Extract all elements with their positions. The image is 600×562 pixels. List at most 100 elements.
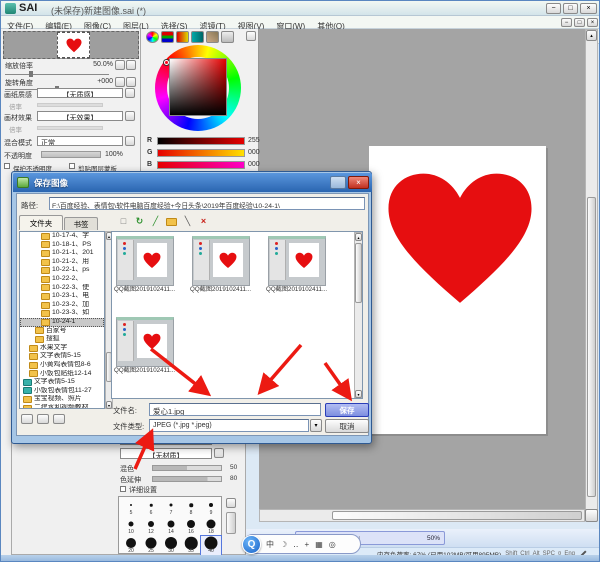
file-scroll-down-button[interactable]: ▾ bbox=[355, 390, 362, 398]
horizontal-scroll-thumb[interactable] bbox=[332, 511, 582, 520]
filetype-select[interactable]: JPEG (*.jpg *.jpeg) bbox=[149, 419, 309, 432]
rgb-slider-icon[interactable] bbox=[161, 31, 174, 43]
more-icon[interactable]: ‥ bbox=[293, 540, 298, 549]
brush-size-option[interactable]: 8 bbox=[181, 498, 201, 517]
tree-item[interactable]: 10-17-4、字 bbox=[20, 232, 104, 241]
tree-item[interactable]: 10-21-2、用 bbox=[20, 258, 104, 267]
tree-item[interactable]: 二建水利视频教材 bbox=[20, 404, 104, 409]
brush-size-option[interactable]: 12 bbox=[141, 517, 161, 536]
brush-size-option[interactable]: 18 bbox=[201, 517, 221, 536]
brush-size-option[interactable]: 25 bbox=[141, 536, 161, 555]
size-grid-scroll-up-button[interactable] bbox=[226, 498, 236, 508]
tree-item[interactable]: 10-21-1、201 bbox=[20, 249, 104, 258]
tab-folders[interactable]: 文件夹 bbox=[19, 215, 63, 230]
save-button[interactable]: 保存 bbox=[325, 403, 369, 417]
file-item[interactable]: QQ截图2019102411... bbox=[114, 234, 190, 306]
refresh-icon[interactable]: ↻ bbox=[133, 215, 146, 228]
green-slider[interactable] bbox=[157, 149, 245, 157]
tree-new-folder-button[interactable] bbox=[21, 414, 33, 424]
rename-icon[interactable]: □ bbox=[117, 215, 130, 228]
vertical-scroll-thumb[interactable] bbox=[587, 197, 596, 497]
tree-item[interactable]: 10-23-3、如 bbox=[20, 309, 104, 318]
swatches-icon[interactable] bbox=[206, 31, 219, 43]
tab-bookmarks[interactable]: 书签 bbox=[64, 217, 98, 230]
tree-item[interactable]: 10-22-1、ps bbox=[20, 266, 104, 275]
filename-input[interactable]: 爱心1.jpg bbox=[149, 403, 321, 416]
brush-size-option[interactable]: 35 bbox=[181, 536, 201, 555]
canvas[interactable] bbox=[369, 146, 546, 434]
keyboard-icon[interactable]: ▦ bbox=[315, 540, 323, 549]
tree-item[interactable]: 小黄鸡表情包8-6 bbox=[20, 361, 104, 370]
effect-button[interactable] bbox=[125, 111, 135, 121]
delete-icon[interactable]: × bbox=[197, 215, 210, 228]
brush-dilution-slider[interactable] bbox=[152, 476, 222, 482]
hsv-slider-icon[interactable] bbox=[176, 31, 189, 43]
tree-item[interactable]: 宝宝视频、照片 bbox=[20, 395, 104, 404]
navigator-rotate-ccw-button[interactable] bbox=[115, 77, 125, 87]
close-button[interactable]: × bbox=[580, 3, 597, 14]
scroll-up-button[interactable]: ▴ bbox=[586, 30, 597, 41]
ime-toolbar[interactable]: Q 中☽‥+▦◎ bbox=[243, 534, 361, 554]
navigator-zoom-out-button[interactable] bbox=[115, 60, 125, 70]
tree-item[interactable]: 10-23-2、加 bbox=[20, 301, 104, 310]
edit-icon[interactable]: ╱ bbox=[149, 215, 162, 228]
color-panel-menu-button[interactable] bbox=[246, 31, 256, 41]
dialog-restore-button[interactable] bbox=[330, 176, 346, 189]
file-item[interactable]: QQ截图2019102411... bbox=[266, 234, 342, 306]
effect-select[interactable]: 【无效果】 bbox=[37, 111, 123, 121]
paper-texture-button[interactable] bbox=[125, 88, 135, 98]
tree-item[interactable]: 10-24-1 bbox=[20, 318, 104, 327]
brush-texture-select[interactable]: 【无材质】 bbox=[120, 448, 212, 459]
navigator-preview[interactable] bbox=[3, 31, 139, 59]
filetype-dropdown-button[interactable]: ▾ bbox=[310, 419, 322, 432]
mdi-minimize-button[interactable]: − bbox=[561, 18, 572, 27]
blend-mode-button[interactable] bbox=[125, 136, 135, 146]
canvas-horizontal-scrollbar[interactable] bbox=[259, 509, 585, 522]
title-bar[interactable]: SAI (未保存)新建图像.sai (*) − □ × bbox=[1, 1, 600, 16]
paper-texture-select[interactable]: 【无质感】 bbox=[37, 88, 123, 98]
ime-mode-chinese[interactable]: 中 bbox=[266, 539, 274, 550]
canvas-vertical-scrollbar[interactable]: ▴ bbox=[585, 29, 598, 510]
tree-item[interactable]: 小饭包贴纸12-14 bbox=[20, 370, 104, 379]
color-wheel-icon[interactable] bbox=[146, 31, 159, 43]
tree-rename-button[interactable] bbox=[37, 414, 49, 424]
brush-size-option[interactable]: 30 bbox=[161, 536, 181, 555]
advanced-settings-checkbox[interactable] bbox=[120, 486, 126, 492]
blue-slider[interactable] bbox=[157, 161, 245, 169]
blend-mode-select[interactable]: 正常 bbox=[37, 136, 123, 146]
size-grid-scroll-thumb[interactable] bbox=[226, 512, 236, 534]
opacity-slider[interactable] bbox=[41, 151, 101, 158]
file-scroll-up-button[interactable]: ▴ bbox=[355, 233, 362, 241]
cancel-button[interactable]: 取消 bbox=[325, 419, 369, 433]
brush-blend-slider[interactable] bbox=[152, 465, 222, 471]
tree-delete-button[interactable] bbox=[53, 414, 65, 424]
tree-item[interactable]: 搜狐 bbox=[20, 335, 104, 344]
brush-size-option[interactable]: 9 bbox=[201, 498, 221, 517]
scratchpad-icon[interactable] bbox=[221, 31, 234, 43]
brush-size-option[interactable]: 6 bbox=[141, 498, 161, 517]
brush-size-option[interactable]: 16 bbox=[181, 517, 201, 536]
file-scroll-thumb[interactable] bbox=[355, 243, 362, 303]
new-folder-icon[interactable] bbox=[165, 215, 178, 228]
tree-scroll-down-button[interactable]: ▾ bbox=[106, 401, 112, 409]
tree-item[interactable]: 小饭包表情包11-27 bbox=[20, 387, 104, 396]
mdi-close-button[interactable]: × bbox=[587, 18, 598, 27]
brush-texture-button[interactable] bbox=[214, 448, 224, 458]
moon-icon[interactable]: ☽ bbox=[280, 540, 287, 549]
file-item[interactable]: QQ截图2019102411... bbox=[190, 234, 266, 306]
mdi-restore-button[interactable]: □ bbox=[574, 18, 585, 27]
brush-size-option[interactable]: 40 bbox=[201, 536, 221, 555]
navigator-rotate-cw-button[interactable] bbox=[126, 77, 136, 87]
red-slider[interactable] bbox=[157, 137, 245, 145]
brush-size-option[interactable]: 14 bbox=[161, 517, 181, 536]
brush-size-option[interactable]: 7 bbox=[161, 498, 181, 517]
ime-logo-icon[interactable]: Q bbox=[242, 535, 261, 554]
protect-opacity-checkbox[interactable] bbox=[4, 163, 10, 169]
brush-size-option[interactable]: 10 bbox=[121, 517, 141, 536]
brush-size-option[interactable]: 5 bbox=[121, 498, 141, 517]
file-list-scrollbar[interactable]: ▴ ▾ bbox=[354, 232, 363, 398]
file-item[interactable]: QQ截图2019102411... bbox=[114, 315, 190, 387]
maximize-button[interactable]: □ bbox=[563, 3, 578, 14]
tree-item[interactable]: 10-23-1、电 bbox=[20, 292, 104, 301]
tree-item[interactable]: 10-22-2、 bbox=[20, 275, 104, 284]
